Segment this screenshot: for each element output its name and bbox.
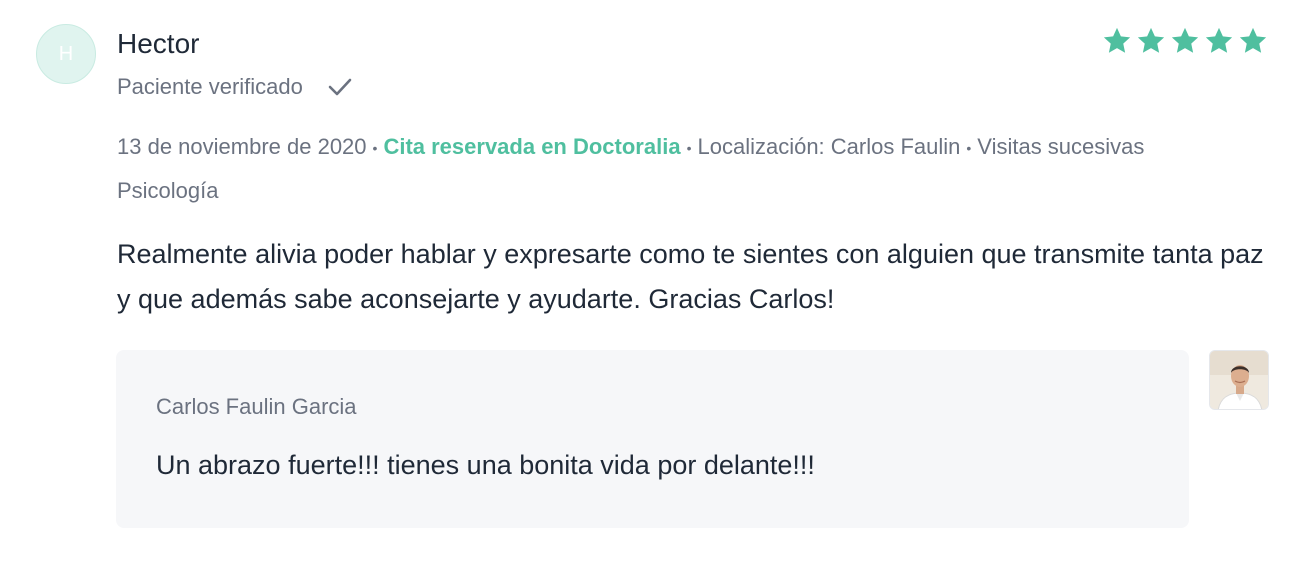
review-text: Realmente alivia poder hablar y expresar… — [117, 239, 1264, 314]
star-icon — [1103, 27, 1131, 53]
review-meta: 13 de noviembre de 2020 • Cita reservada e… — [117, 134, 1144, 160]
review-location: Localización: Carlos Faulin — [697, 134, 961, 159]
review-service: Psicología — [117, 178, 219, 203]
star-icon — [1171, 27, 1199, 53]
reply-text: Un abrazo fuerte!!! tienes una bonita vi… — [156, 450, 815, 480]
verified-label: Paciente verificado — [117, 74, 303, 99]
visit-type: Visitas sucesivas — [977, 134, 1145, 159]
doctor-photo — [1209, 350, 1269, 410]
reviewer-name: Hector — [117, 28, 200, 59]
meta-separator: • — [966, 140, 972, 157]
star-icon — [1137, 27, 1165, 53]
check-icon — [328, 78, 352, 96]
doctor-portrait-icon — [1210, 351, 1268, 409]
booking-link[interactable]: Cita reservada en Doctoralia — [383, 134, 680, 159]
star-icon — [1239, 27, 1267, 53]
reply-author: Carlos Faulin Garcia — [156, 394, 357, 419]
reviewer-initial: H — [58, 42, 74, 65]
doctor-reply: Carlos Faulin Garcia Un abrazo fuerte!!!… — [116, 350, 1189, 528]
meta-separator: • — [686, 140, 692, 157]
rating-stars — [1102, 26, 1268, 56]
star-icon — [1205, 27, 1233, 53]
meta-separator: • — [372, 140, 378, 157]
verified-badge: Paciente verificado — [117, 74, 353, 100]
review-date: 13 de noviembre de 2020 — [117, 134, 367, 159]
reviewer-avatar: H — [36, 24, 96, 84]
